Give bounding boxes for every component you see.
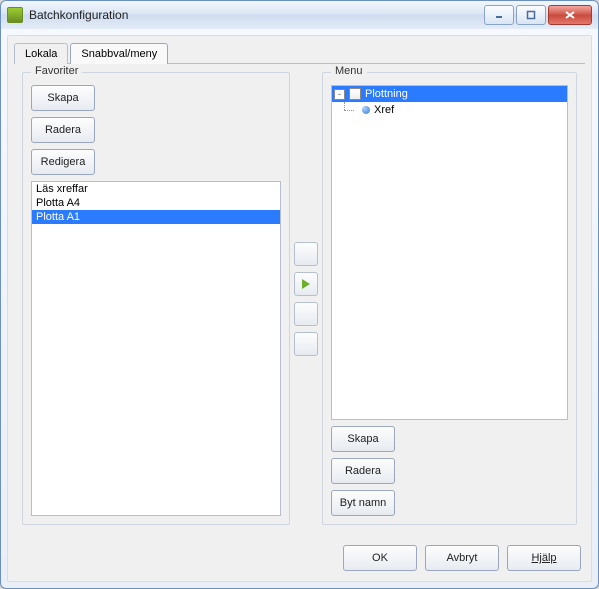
window-title: Batchkonfiguration [29, 8, 484, 22]
app-icon [7, 7, 23, 23]
favoriter-button-col: Skapa Radera Redigera [31, 85, 95, 175]
hjalp-button[interactable]: Hjälp [507, 545, 581, 571]
close-icon [564, 10, 576, 20]
tab-lokala[interactable]: Lokala [14, 43, 68, 64]
maximize-icon [526, 10, 536, 20]
expand-icon[interactable]: - [334, 89, 345, 100]
maximize-button[interactable] [516, 5, 546, 25]
favoriter-skapa-button[interactable]: Skapa [31, 85, 95, 111]
menu-legend: Menu [331, 65, 367, 77]
tree-node-label: Plottning [365, 88, 408, 100]
menu-radera-button[interactable]: Radera [331, 458, 395, 484]
favoriter-legend: Favoriter [31, 65, 82, 77]
transfer-btn-3[interactable] [294, 302, 318, 326]
list-item[interactable]: Läs xreffar [32, 182, 280, 196]
tree-node-plottning[interactable]: - Plottning [332, 86, 567, 102]
tree-connector [334, 102, 358, 118]
menu-tree[interactable]: - Plottning Xref [331, 85, 568, 420]
list-item[interactable]: Plotta A4 [32, 196, 280, 210]
menu-byt-namn-button[interactable]: Byt namn [331, 490, 395, 516]
dialog-window: Batchkonfiguration Lokala Snabbval/meny [0, 0, 599, 589]
tab-body: Favoriter Skapa Radera Redigera Läs xref… [14, 63, 585, 533]
menu-group: Menu - Plottning Xref Skapa Radera [322, 72, 577, 525]
transfer-btn-1[interactable] [294, 242, 318, 266]
transfer-btn-right[interactable] [294, 272, 318, 296]
tree-node-xref[interactable]: Xref [332, 102, 567, 118]
client-area: Lokala Snabbval/meny Favoriter Skapa Rad… [7, 35, 592, 582]
tab-snabbval-meny[interactable]: Snabbval/meny [70, 43, 168, 64]
hjalp-label: Hjälp [531, 552, 556, 564]
folder-icon [349, 88, 361, 100]
favoriter-redigera-button[interactable]: Redigera [31, 149, 95, 175]
favoriter-group: Favoriter Skapa Radera Redigera Läs xref… [22, 72, 290, 525]
transfer-btn-4[interactable] [294, 332, 318, 356]
tabstrip: Lokala Snabbval/meny [8, 36, 591, 63]
dialog-footer: OK Avbryt Hjälp [8, 539, 591, 581]
menu-skapa-button[interactable]: Skapa [331, 426, 395, 452]
close-button[interactable] [548, 5, 592, 25]
favoriter-list[interactable]: Läs xreffar Plotta A4 Plotta A1 [31, 181, 281, 516]
ok-button[interactable]: OK [343, 545, 417, 571]
window-controls [484, 5, 592, 25]
minimize-icon [494, 10, 504, 20]
menu-button-col: Skapa Radera Byt namn [331, 426, 395, 516]
avbryt-button[interactable]: Avbryt [425, 545, 499, 571]
node-icon [362, 106, 370, 114]
favoriter-radera-button[interactable]: Radera [31, 117, 95, 143]
tree-node-label: Xref [374, 104, 394, 116]
minimize-button[interactable] [484, 5, 514, 25]
arrow-right-icon [302, 279, 310, 289]
transfer-column [294, 72, 318, 525]
titlebar: Batchkonfiguration [1, 1, 598, 29]
list-item[interactable]: Plotta A1 [32, 210, 280, 224]
